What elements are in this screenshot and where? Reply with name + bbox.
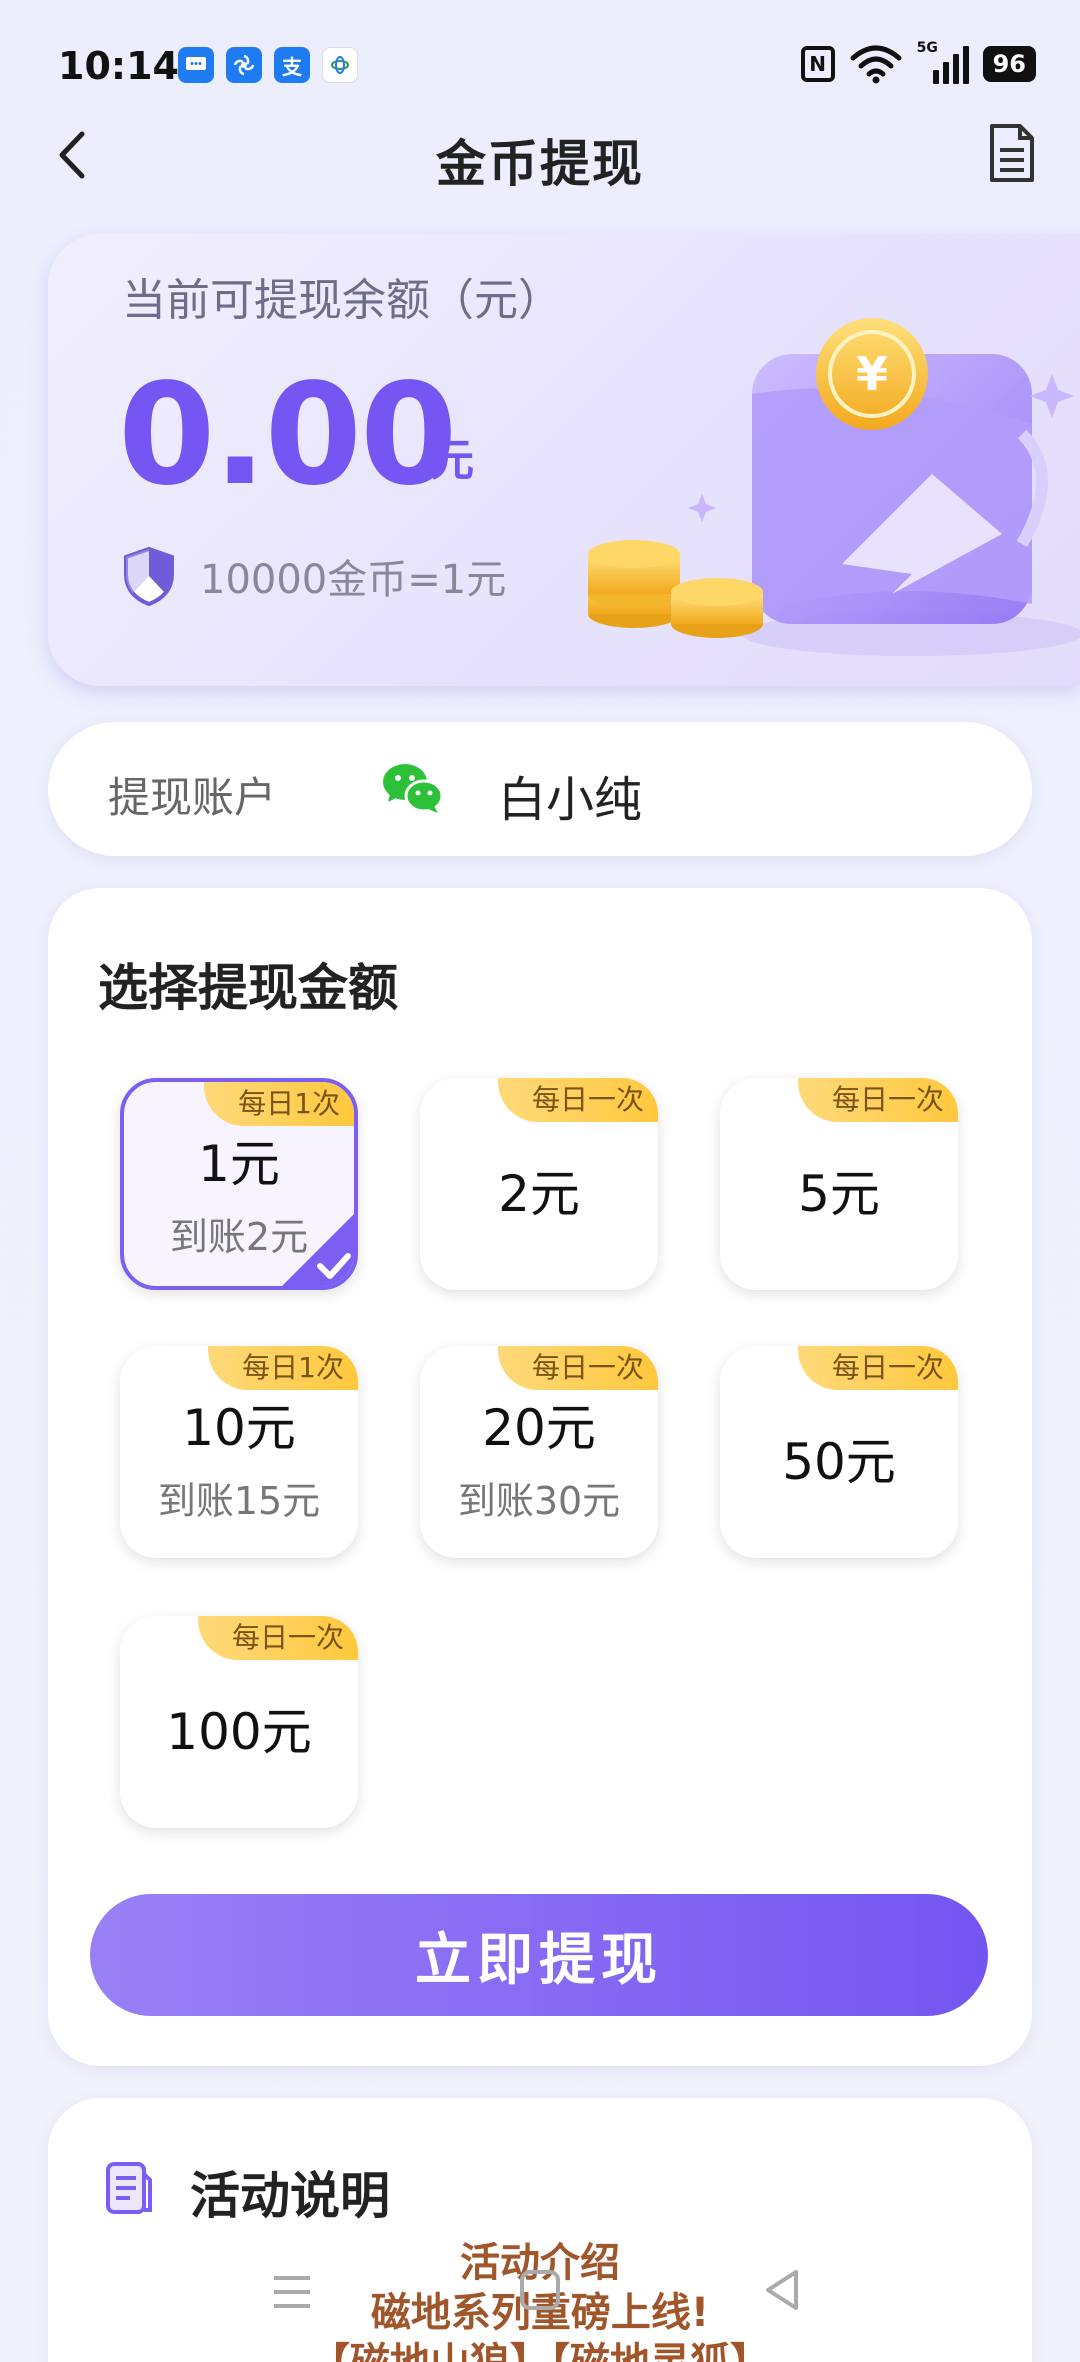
amount-option-10[interactable]: 每日1次 10元 到账15元 [120,1346,358,1558]
balance-unit: 元 [430,435,474,486]
wechat-icon [383,764,444,813]
notification-icons: 支 [178,47,358,83]
balance-card: 当前可提现余额（元） 0.00 元 10000金币=1元 ¥ [48,234,1080,686]
option-tag: 每日一次 [197,1616,358,1660]
account-name: 白小纯 [498,772,643,828]
nfc-icon: N [800,46,835,82]
status-time: 10:14 [58,44,179,88]
option-amount: 20元 [482,1399,596,1457]
fan-icon [226,47,262,83]
option-tag: 每日一次 [497,1346,658,1390]
network-label: 5G [916,40,938,56]
alipay-icon: 支 [274,47,310,83]
amount-option-100[interactable]: 每日一次 100元 [120,1616,358,1828]
nav-back-icon[interactable] [760,2266,804,2314]
battery-indicator: 96 [982,46,1036,82]
option-amount: 2元 [498,1165,580,1223]
balance-value: 0.00 [118,354,457,517]
wifi-icon [850,45,902,84]
shield-icon [124,546,174,606]
balance-label: 当前可提现余额（元） [122,275,562,326]
title-bar: 金币提现 [0,110,1080,200]
coin-symbol: ¥ [856,347,888,401]
option-tag: 每日1次 [204,1082,354,1126]
option-amount: 100元 [166,1703,312,1761]
home-icon[interactable] [516,2266,564,2314]
navigation-bar [0,2260,1080,2340]
option-tag: 每日一次 [797,1078,958,1122]
record-icon[interactable] [986,122,1038,184]
option-amount: 1元 [198,1135,280,1193]
page-title: 金币提现 [436,135,644,193]
amount-option-5[interactable]: 每日一次 5元 [720,1078,958,1290]
coin-stack [588,540,763,638]
document-icon [106,2162,152,2214]
menu-icon[interactable] [268,2270,316,2314]
mobile-icon [322,47,358,83]
system-icons: N 5G 96 [800,40,1036,84]
withdraw-now-button[interactable]: 立即提现 [90,1894,988,2016]
amount-selection-card: 选择提现金额 每日1次 1元 到账2元 每日一次 2元 每日一次 5元 每日1次… [48,888,1032,2066]
message-icon [178,47,214,83]
amount-option-50[interactable]: 每日一次 50元 [720,1346,958,1558]
activity-title: 活动说明 [190,2167,390,2225]
rate-text: 10000金币=1元 [200,557,507,603]
promo-line-3: 【磁地山狼】【磁地灵狐】 [48,2338,1032,2362]
amount-option-1[interactable]: 每日1次 1元 到账2元 [120,1078,358,1290]
amount-option-20[interactable]: 每日一次 20元 到账30元 [420,1346,658,1558]
option-tag: 每日一次 [497,1078,658,1122]
option-amount: 10元 [182,1399,296,1457]
option-bonus: 到账30元 [457,1479,621,1523]
exchange-rate: 10000金币=1元 [122,546,506,606]
option-tag: 每日一次 [797,1346,958,1390]
withdraw-account-card[interactable]: 提现账户 白小纯 [48,722,1032,856]
check-icon [282,1214,354,1286]
option-bonus: 到账15元 [157,1479,321,1523]
signal-icon: 5G [917,40,969,84]
option-amount: 5元 [798,1165,880,1223]
account-label: 提现账户 [108,773,277,822]
amount-option-2[interactable]: 每日一次 2元 [420,1078,658,1290]
option-tag: 每日1次 [208,1346,358,1390]
amount-title: 选择提现金额 [98,959,398,1017]
option-amount: 50元 [782,1433,896,1491]
wallet-illustration: ¥ [588,318,1080,656]
